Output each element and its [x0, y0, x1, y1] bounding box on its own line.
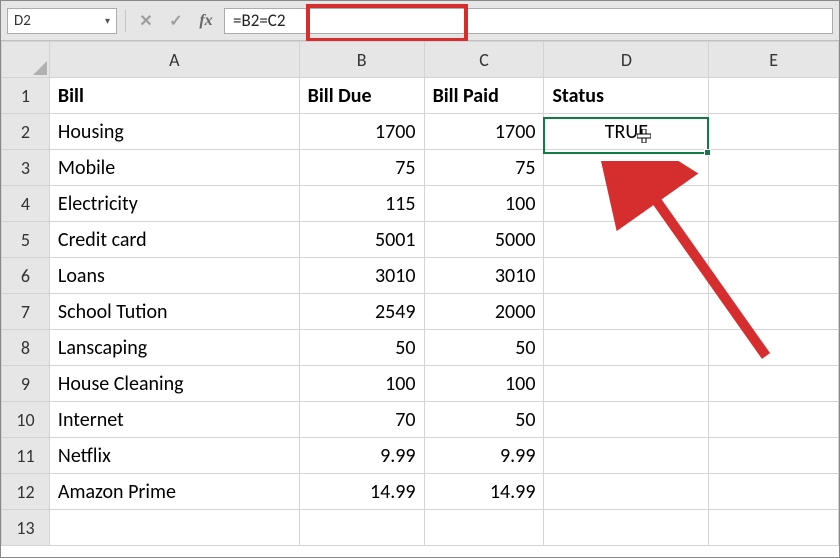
cell-C8[interactable]: 50: [424, 330, 544, 366]
cell-E8[interactable]: [709, 330, 839, 366]
cell-A1[interactable]: Bill: [49, 78, 299, 114]
fx-icon[interactable]: fx: [194, 9, 218, 33]
cell-E6[interactable]: [709, 258, 839, 294]
cell-E9[interactable]: [709, 366, 839, 402]
cell-D2[interactable]: TRUE: [544, 114, 709, 150]
cell-B10[interactable]: 70: [299, 402, 424, 438]
row-header-10[interactable]: 10: [2, 402, 50, 438]
cell-A2[interactable]: Housing: [49, 114, 299, 150]
row-header-5[interactable]: 5: [2, 222, 50, 258]
cell-C1[interactable]: Bill Paid: [424, 78, 544, 114]
cell-B13[interactable]: [299, 510, 424, 546]
cell-A11[interactable]: Netflix: [49, 438, 299, 474]
cell-B6[interactable]: 3010: [299, 258, 424, 294]
cell-D9[interactable]: [544, 366, 709, 402]
cell-B9[interactable]: 100: [299, 366, 424, 402]
col-header-B[interactable]: B: [299, 42, 424, 78]
cell-E5[interactable]: [709, 222, 839, 258]
cell-B11[interactable]: 9.99: [299, 438, 424, 474]
row-header-8[interactable]: 8: [2, 330, 50, 366]
cell-C11[interactable]: 9.99: [424, 438, 544, 474]
cell-C2[interactable]: 1700: [424, 114, 544, 150]
cell-D11[interactable]: [544, 438, 709, 474]
cell-C3[interactable]: 75: [424, 150, 544, 186]
row-header-1[interactable]: 1: [2, 78, 50, 114]
col-header-E[interactable]: E: [709, 42, 839, 78]
cell-E4[interactable]: [709, 186, 839, 222]
row-header-7[interactable]: 7: [2, 294, 50, 330]
cell-A3[interactable]: Mobile: [49, 150, 299, 186]
cell-A9[interactable]: House Cleaning: [49, 366, 299, 402]
cell-C9[interactable]: 100: [424, 366, 544, 402]
formula-bar: D2 ▾ ✕ ✓ fx =B2=C2: [1, 1, 839, 41]
cell-D12[interactable]: [544, 474, 709, 510]
col-header-A[interactable]: A: [49, 42, 299, 78]
cell-B2[interactable]: 1700: [299, 114, 424, 150]
formula-input[interactable]: =B2=C2: [224, 8, 833, 34]
cell-C12[interactable]: 14.99: [424, 474, 544, 510]
formula-text: =B2=C2: [233, 10, 824, 31]
row-header-3[interactable]: 3: [2, 150, 50, 186]
cell-E1[interactable]: [709, 78, 839, 114]
cell-C6[interactable]: 3010: [424, 258, 544, 294]
cell-A4[interactable]: Electricity: [49, 186, 299, 222]
divider: [125, 10, 126, 32]
cell-A6[interactable]: Loans: [49, 258, 299, 294]
row-header-11[interactable]: 11: [2, 438, 50, 474]
cell-D3[interactable]: [544, 150, 709, 186]
cell-E3[interactable]: [709, 150, 839, 186]
name-box-dropdown-icon[interactable]: ▾: [101, 14, 110, 27]
cell-B4[interactable]: 115: [299, 186, 424, 222]
cell-D5[interactable]: [544, 222, 709, 258]
cancel-icon[interactable]: ✕: [134, 9, 158, 33]
cell-B12[interactable]: 14.99: [299, 474, 424, 510]
cell-A8[interactable]: Lanscaping: [49, 330, 299, 366]
col-header-D[interactable]: D: [544, 42, 709, 78]
cell-A7[interactable]: School Tution: [49, 294, 299, 330]
cell-A10[interactable]: Internet: [49, 402, 299, 438]
row-header-4[interactable]: 4: [2, 186, 50, 222]
cell-E7[interactable]: [709, 294, 839, 330]
row-header-12[interactable]: 12: [2, 474, 50, 510]
col-header-C[interactable]: C: [424, 42, 544, 78]
row-header-2[interactable]: 2: [2, 114, 50, 150]
cell-D7[interactable]: [544, 294, 709, 330]
select-all-corner[interactable]: [2, 42, 50, 78]
cell-C7[interactable]: 2000: [424, 294, 544, 330]
cell-B8[interactable]: 50: [299, 330, 424, 366]
cell-E11[interactable]: [709, 438, 839, 474]
cell-D1[interactable]: Status: [544, 78, 709, 114]
cell-E10[interactable]: [709, 402, 839, 438]
grid[interactable]: A B C D E 1 Bill Bill Due Bill Paid Stat…: [1, 41, 839, 546]
cell-C13[interactable]: [424, 510, 544, 546]
cell-C4[interactable]: 100: [424, 186, 544, 222]
row-header-9[interactable]: 9: [2, 366, 50, 402]
cell-B1[interactable]: Bill Due: [299, 78, 424, 114]
cell-D6[interactable]: [544, 258, 709, 294]
cell-A12[interactable]: Amazon Prime: [49, 474, 299, 510]
name-box-value: D2: [14, 12, 101, 30]
cell-A5[interactable]: Credit card: [49, 222, 299, 258]
cell-E12[interactable]: [709, 474, 839, 510]
cell-B3[interactable]: 75: [299, 150, 424, 186]
cell-E2[interactable]: [709, 114, 839, 150]
cell-B7[interactable]: 2549: [299, 294, 424, 330]
cell-A13[interactable]: [49, 510, 299, 546]
cell-C10[interactable]: 50: [424, 402, 544, 438]
cell-D8[interactable]: [544, 330, 709, 366]
row-header-13[interactable]: 13: [2, 510, 50, 546]
row-header-6[interactable]: 6: [2, 258, 50, 294]
name-box[interactable]: D2 ▾: [7, 8, 117, 34]
cell-D4[interactable]: [544, 186, 709, 222]
cell-C5[interactable]: 5000: [424, 222, 544, 258]
cell-E13[interactable]: [709, 510, 839, 546]
enter-icon[interactable]: ✓: [164, 9, 188, 33]
cell-D10[interactable]: [544, 402, 709, 438]
sheet: A B C D E 1 Bill Bill Due Bill Paid Stat…: [1, 41, 839, 557]
cell-B5[interactable]: 5001: [299, 222, 424, 258]
cell-D13[interactable]: [544, 510, 709, 546]
